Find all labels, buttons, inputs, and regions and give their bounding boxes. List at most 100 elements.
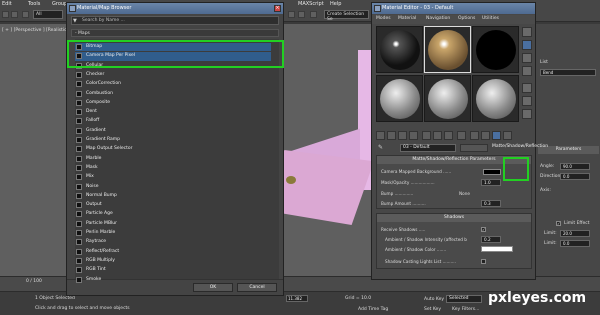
copy-material-icon[interactable] [422, 131, 431, 140]
menu-edit[interactable]: Edit [2, 1, 12, 7]
bump-map-button[interactable]: None [459, 191, 470, 196]
map-list-item[interactable]: Particle MBlur [75, 220, 271, 228]
menu-tools[interactable]: Tools [28, 1, 40, 7]
undo-icon[interactable] [2, 11, 9, 18]
shadow-lights-checkbox[interactable] [481, 259, 486, 264]
ok-button[interactable]: OK [193, 283, 233, 292]
map-list-item[interactable]: Raytrace [75, 238, 271, 246]
direction-spinner[interactable]: 0.0 [560, 173, 590, 180]
selection-set-input[interactable]: Create Selection Se [324, 10, 369, 22]
map-list-item[interactable]: Map Output Selector [75, 145, 271, 153]
menu-options[interactable]: Options [458, 16, 475, 21]
align-icon[interactable] [298, 11, 305, 18]
select-icon[interactable] [22, 11, 29, 18]
map-list-item[interactable]: Gradient Ramp [75, 136, 271, 144]
bump-amount-spinner[interactable]: 0.3 [481, 200, 501, 207]
map-list-item[interactable]: Combustion [75, 90, 271, 98]
assign-material-icon[interactable] [398, 131, 407, 140]
get-material-icon[interactable] [376, 131, 385, 140]
go-to-parent-icon[interactable] [492, 131, 501, 140]
set-key-button[interactable]: Set Key [424, 307, 441, 312]
ambient-color-swatch[interactable] [481, 246, 513, 252]
map-list-item[interactable]: Composite [75, 99, 271, 107]
dropdown-arrow-icon[interactable]: ▼ [73, 18, 77, 24]
selection-filter-dropdown[interactable]: All [33, 10, 63, 19]
map-list-item[interactable]: Marble [75, 155, 271, 163]
go-forward-sibling-icon[interactable] [503, 131, 512, 140]
shadows-title[interactable]: Shadows [377, 214, 531, 222]
put-to-scene-icon[interactable] [387, 131, 396, 140]
auto-key-button[interactable]: Auto Key [424, 297, 444, 302]
background-icon[interactable] [522, 53, 532, 63]
sample-slot-3[interactable] [472, 26, 519, 73]
mirror-icon[interactable] [288, 11, 295, 18]
map-list-item[interactable]: Normal Bump [75, 192, 271, 200]
map-list-item[interactable]: Gradient [75, 127, 271, 135]
lower-limit-spinner[interactable]: 0.0 [560, 240, 590, 247]
menu-help[interactable]: Help [330, 1, 341, 7]
upper-limit-spinner[interactable]: 20.0 [560, 230, 590, 237]
key-filters-button[interactable]: Key Filters... [452, 307, 479, 312]
backlight-icon[interactable] [522, 40, 532, 50]
show-map-icon[interactable] [470, 131, 479, 140]
menu-material[interactable]: Material [398, 16, 416, 21]
camera-mapped-bg-label: Camera Mapped Background ...... [381, 169, 452, 174]
map-list-item[interactable]: Falloff [75, 117, 271, 125]
menu-navigation[interactable]: Navigation [426, 16, 450, 21]
map-list-item[interactable]: Mix [75, 173, 271, 181]
redo-icon[interactable] [11, 11, 18, 18]
map-list-item[interactable]: ColorCorrection [75, 80, 271, 88]
browser-title[interactable]: Material/Map Browser [67, 3, 283, 14]
layer-icon[interactable] [310, 11, 317, 18]
close-icon[interactable]: × [274, 5, 281, 12]
material-type-button[interactable]: Matte/Shadow/Reflection [492, 144, 548, 149]
map-list-item[interactable]: RGB Multiply [75, 257, 271, 265]
y-coordinate-field[interactable]: 11.382 [286, 295, 308, 302]
menu-modes[interactable]: Modes [376, 16, 391, 21]
map-list-item[interactable]: Mask [75, 164, 271, 172]
sample-slot-5[interactable] [424, 75, 471, 122]
angle-spinner[interactable]: 90.0 [560, 163, 590, 170]
put-to-library-icon[interactable] [444, 131, 453, 140]
camera-mapped-bg-swatch[interactable] [483, 169, 501, 175]
reset-map-icon[interactable] [409, 131, 418, 140]
video-check-icon[interactable] [522, 83, 532, 93]
options-icon[interactable] [522, 109, 532, 119]
sample-slot-6[interactable] [472, 75, 519, 122]
material-id-icon[interactable] [457, 131, 466, 140]
bend-modifier-item[interactable]: Bend [540, 69, 596, 76]
uv-tiling-icon[interactable] [522, 66, 532, 76]
ambient-intensity-spinner[interactable]: 0.2 [481, 236, 501, 243]
map-list-item[interactable]: Noise [75, 183, 271, 191]
map-list-item[interactable]: RGB Tint [75, 266, 271, 274]
sample-slot-4[interactable] [376, 75, 423, 122]
maps-group-header[interactable]: - Maps [71, 29, 279, 37]
eyedropper-icon[interactable]: ✎ [378, 144, 396, 152]
sample-slot-1[interactable] [376, 26, 423, 73]
map-list-item[interactable]: Reflect/Refract [75, 248, 271, 256]
map-list-item[interactable]: Checker [75, 71, 271, 79]
map-list-item[interactable]: Perlin Marble [75, 229, 271, 237]
menu-utilities[interactable]: Utilities [482, 16, 499, 21]
menu-maxscript[interactable]: MAXScript [298, 1, 324, 7]
cancel-button[interactable]: Cancel [237, 283, 277, 292]
make-unique-icon[interactable] [433, 131, 442, 140]
sample-type-icon[interactable] [522, 27, 532, 37]
map-list-item[interactable]: Dent [75, 108, 271, 116]
viewport-label[interactable]: [ + ] [Perspective ] [Realistic ] [2, 28, 70, 33]
map-list-item[interactable]: Output [75, 201, 271, 209]
browser-search-input[interactable]: Search by Name ... [71, 16, 279, 25]
receive-shadows-checkbox[interactable]: ✓ [481, 227, 486, 232]
sample-slot-2[interactable] [424, 26, 471, 73]
menu-group[interactable]: Group [52, 1, 67, 7]
map-list-item[interactable]: Particle Age [75, 210, 271, 218]
limit-effect-checkbox[interactable]: ✓ [556, 221, 561, 226]
material-name-field[interactable]: 03 - Default [400, 144, 456, 152]
make-preview-icon[interactable] [522, 96, 532, 106]
editor-title[interactable]: Material Editor - 03 - Default [372, 3, 535, 14]
show-end-result-icon[interactable] [481, 131, 490, 140]
map-list-item[interactable]: Smoke [75, 276, 271, 284]
mask-opacity-spinner[interactable]: 1.0 [481, 179, 501, 186]
auto-key-dropdown[interactable]: Selected [446, 295, 482, 303]
add-time-tag-button[interactable]: Add Time Tag [358, 307, 388, 312]
